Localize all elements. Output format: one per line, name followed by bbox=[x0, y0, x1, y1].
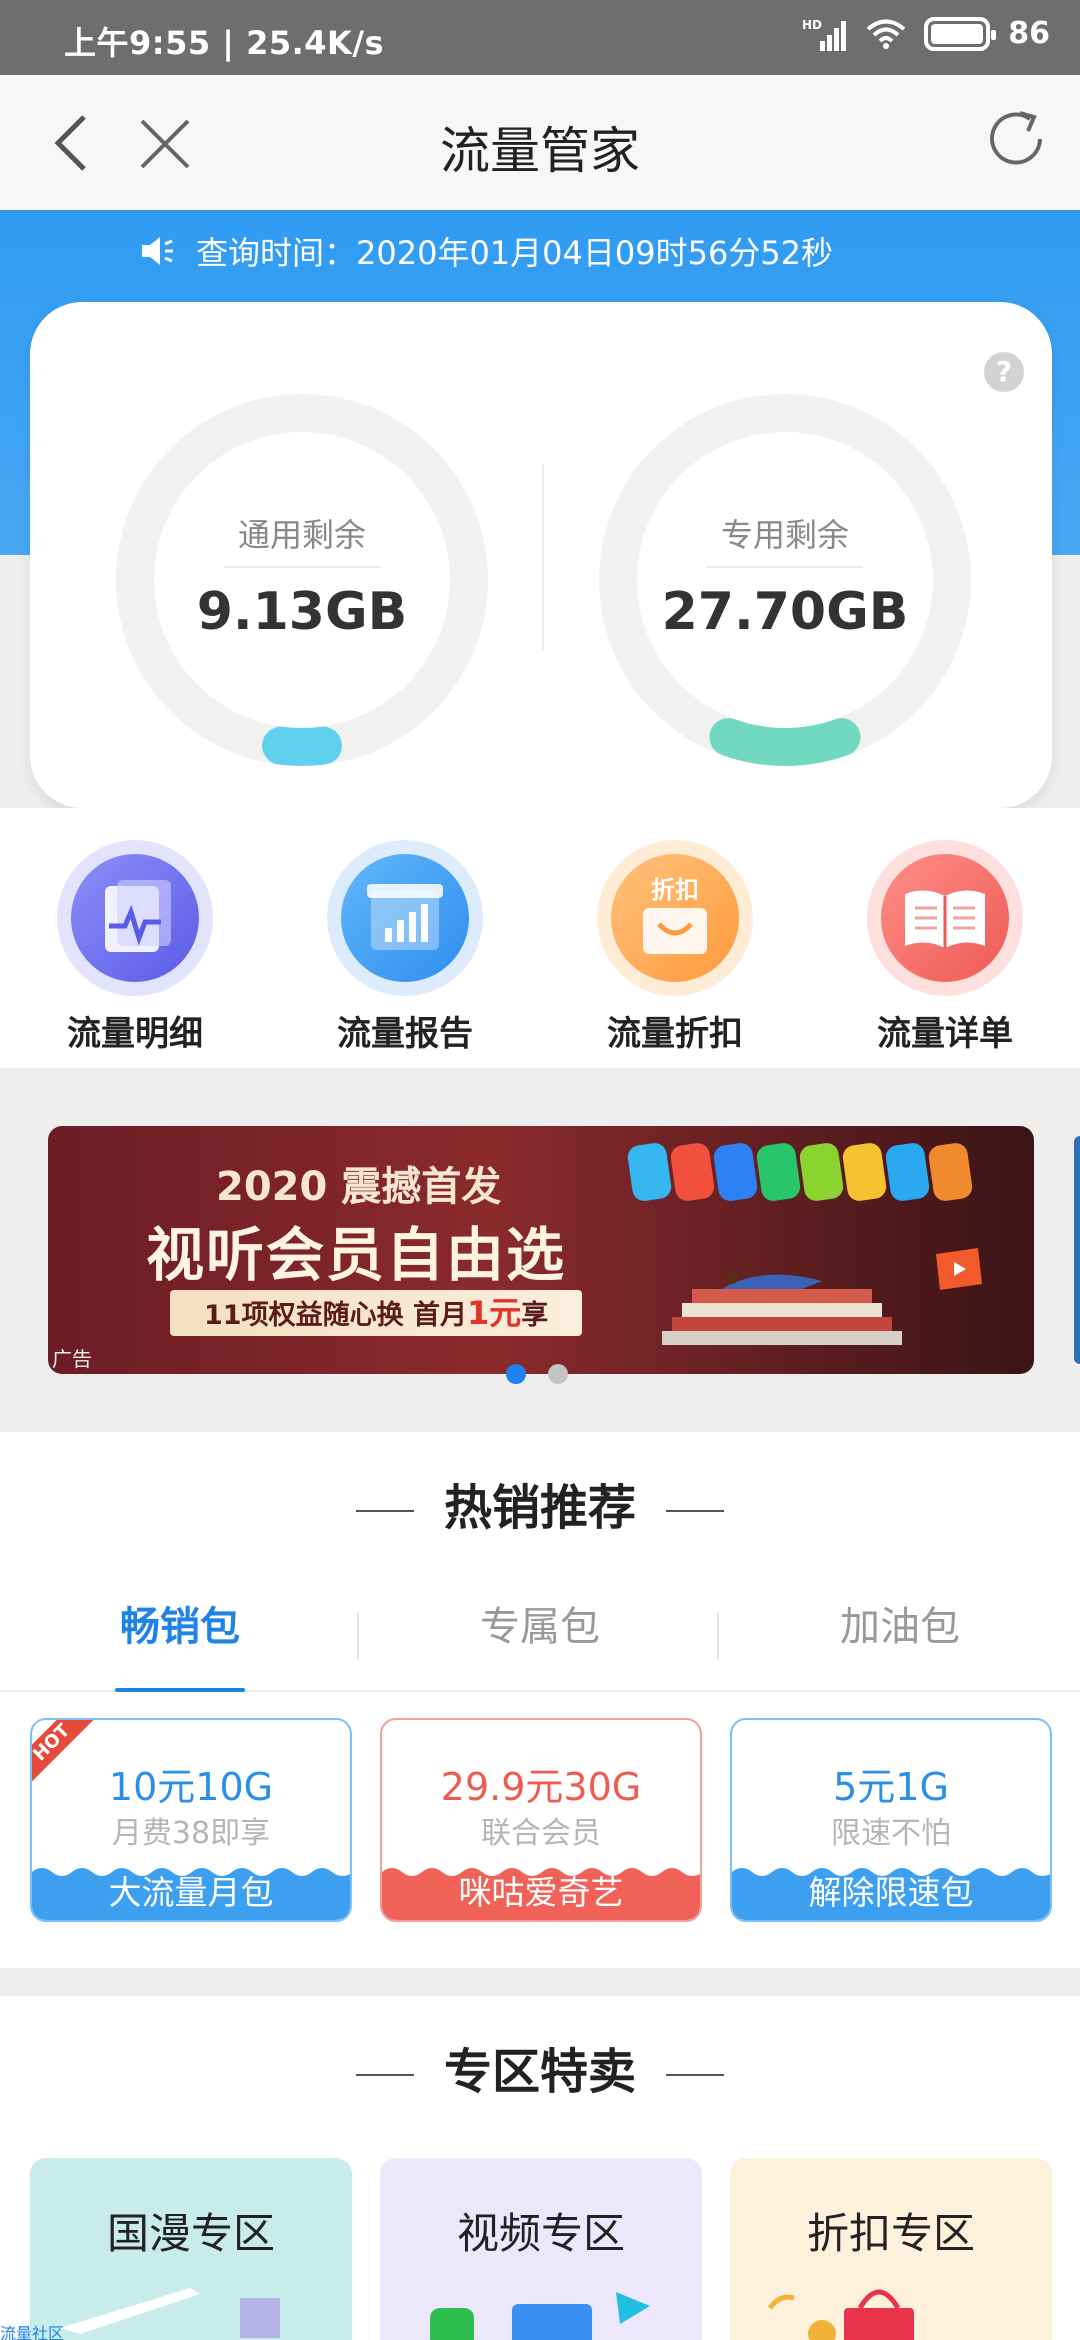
speaker-icon bbox=[142, 237, 173, 265]
battery-icon bbox=[924, 16, 997, 51]
package-card[interactable]: HOT 10元10G 月费38即享 大流量月包 bbox=[30, 1718, 352, 1922]
package-footer: 大流量月包 bbox=[108, 1873, 274, 1912]
package-price: 10元10G bbox=[108, 1765, 274, 1809]
page-title: 流量管家 bbox=[440, 122, 640, 180]
shopping-bag-illustration bbox=[767, 2289, 914, 2340]
package-footer: 解除限速包 bbox=[808, 1873, 974, 1912]
zone-card-title: 折扣专区 bbox=[806, 2209, 975, 2258]
package-tabs: 畅销包 专属包 加油包 bbox=[0, 1582, 1080, 1692]
dedicated-remaining-value: 27.70GB bbox=[661, 582, 909, 642]
zone-card-discount[interactable]: 折扣专区 bbox=[730, 2158, 1052, 2340]
section-title: 专区特卖 bbox=[0, 2032, 1080, 2102]
quick-action-traffic-detail[interactable]: 流量明细 bbox=[35, 840, 235, 1055]
package-footer: 咪咕爱奇艺 bbox=[458, 1873, 624, 1912]
dedicated-remaining-gauge: 专用剩余 27.70GB bbox=[597, 392, 973, 768]
dedicated-remaining-label: 专用剩余 bbox=[720, 516, 849, 554]
tab-bestseller[interactable]: 畅销包 bbox=[0, 1582, 360, 1692]
quick-action-traffic-report[interactable]: 流量报告 bbox=[305, 840, 505, 1055]
gauge-separator bbox=[224, 566, 380, 568]
status-time-speed: 上午9:55 | 25.4K/s bbox=[64, 24, 385, 62]
plane-illustration bbox=[60, 2288, 280, 2338]
refresh-icon[interactable] bbox=[982, 105, 1050, 173]
wifi-icon bbox=[866, 19, 906, 49]
general-gauge-ring bbox=[116, 394, 488, 766]
banner-line2: 视听会员自由选 bbox=[146, 1221, 567, 1289]
gauge-divider bbox=[542, 464, 544, 650]
play-icon bbox=[936, 1248, 982, 1290]
balance-card: ? 通用剩余 9.13GB 专用剩余 27.70GB bbox=[30, 302, 1052, 808]
quick-action-label: 流量折扣 bbox=[607, 1014, 743, 1054]
section-title: 热销推荐 bbox=[0, 1468, 1080, 1538]
quick-action-traffic-list[interactable]: 流量详单 bbox=[845, 840, 1045, 1055]
zone-card-anime[interactable]: 国漫专区 bbox=[30, 2158, 352, 2340]
bar-chart-icon bbox=[327, 840, 483, 996]
general-remaining-label: 通用剩余 bbox=[237, 516, 366, 554]
carousel-dot[interactable] bbox=[506, 1364, 526, 1384]
package-price: 29.9元30G bbox=[440, 1765, 642, 1809]
zone-card-video[interactable]: 视频专区 bbox=[380, 2158, 702, 2340]
carousel-dot[interactable] bbox=[548, 1364, 568, 1384]
query-time-row: 查询时间：2020年01月04日09时56分52秒 bbox=[140, 228, 833, 274]
package-price: 5元1G bbox=[833, 1765, 949, 1809]
tab-divider bbox=[357, 1612, 359, 1660]
carousel-dots bbox=[506, 1364, 568, 1384]
banner-carousel: 2020 震撼首发 视听会员自由选 11项权益随心换 首月1元享 广告 bbox=[0, 1068, 1080, 1432]
special-zone-section: 专区特卖 国漫专区 视频专区 折扣专区 bbox=[0, 1996, 1080, 2340]
tab-exclusive[interactable]: 专属包 bbox=[360, 1582, 720, 1672]
battery-level: 86 bbox=[1008, 16, 1050, 51]
svg-text:折扣: 折扣 bbox=[651, 876, 699, 904]
heartbeat-doc-icon bbox=[57, 840, 213, 996]
query-time-text: 查询时间：2020年01月04日09时56分52秒 bbox=[196, 234, 834, 272]
package-card[interactable]: 29.9元30G 联合会员 咪咕爱奇艺 bbox=[380, 1718, 702, 1922]
gauge-separator bbox=[707, 566, 863, 568]
zone-card-title: 国漫专区 bbox=[106, 2209, 275, 2258]
dedicated-gauge-arc bbox=[599, 394, 971, 766]
package-card[interactable]: 5元1G 限速不怕 解除限速包 bbox=[730, 1718, 1052, 1922]
signal-icon: HD bbox=[802, 18, 847, 51]
tab-addon[interactable]: 加油包 bbox=[720, 1582, 1080, 1672]
status-bar: 上午9:55 | 25.4K/s HD 86 bbox=[0, 0, 1080, 75]
hot-recommend-section: 热销推荐 畅销包 专属包 加油包 HOT 10元10G 月费38即享 大流量月包… bbox=[0, 1432, 1080, 1968]
ad-label: 广告 bbox=[52, 1347, 92, 1371]
dedicated-gauge-ring bbox=[599, 394, 971, 766]
status-icons: HD 86 bbox=[802, 16, 1050, 51]
title-bar: 流量管家 bbox=[0, 75, 1080, 210]
general-remaining-gauge: 通用剩余 9.13GB bbox=[114, 392, 490, 768]
package-subtitle: 联合会员 bbox=[481, 1816, 601, 1851]
app-logos-illustration bbox=[626, 1141, 974, 1203]
help-icon[interactable]: ? bbox=[984, 352, 1024, 392]
package-subtitle: 限速不怕 bbox=[831, 1816, 951, 1851]
quick-action-label: 流量详单 bbox=[877, 1014, 1013, 1054]
package-subtitle: 月费38即享 bbox=[111, 1816, 271, 1851]
reader-on-books-illustration bbox=[662, 1271, 902, 1345]
quick-action-traffic-discount[interactable]: 折扣 流量折扣 bbox=[575, 840, 775, 1055]
community-link[interactable]: 流量社区 bbox=[0, 2320, 64, 2340]
banner-line1: 2020 震撼首发 bbox=[216, 1164, 502, 1210]
next-banner-peek bbox=[1074, 1136, 1080, 1364]
zone-card-title: 视频专区 bbox=[456, 2209, 625, 2258]
open-book-icon bbox=[867, 840, 1023, 996]
video-apps-illustration bbox=[430, 2292, 650, 2340]
svg-text:HD: HD bbox=[802, 18, 822, 32]
general-remaining-value: 9.13GB bbox=[196, 582, 408, 642]
tab-divider bbox=[717, 1612, 719, 1660]
banner-line3: 11项权益随心换 首月1元享 bbox=[170, 1290, 583, 1336]
quick-action-label: 流量报告 bbox=[337, 1014, 473, 1054]
quick-actions: 流量明细 流量报告 折扣 流量折扣 流量详单 bbox=[0, 808, 1080, 1068]
discount-bag-icon: 折扣 bbox=[597, 840, 753, 996]
promo-banner[interactable]: 2020 震撼首发 视听会员自由选 11项权益随心换 首月1元享 广告 bbox=[48, 1126, 1034, 1374]
quick-action-label: 流量明细 bbox=[67, 1014, 203, 1054]
